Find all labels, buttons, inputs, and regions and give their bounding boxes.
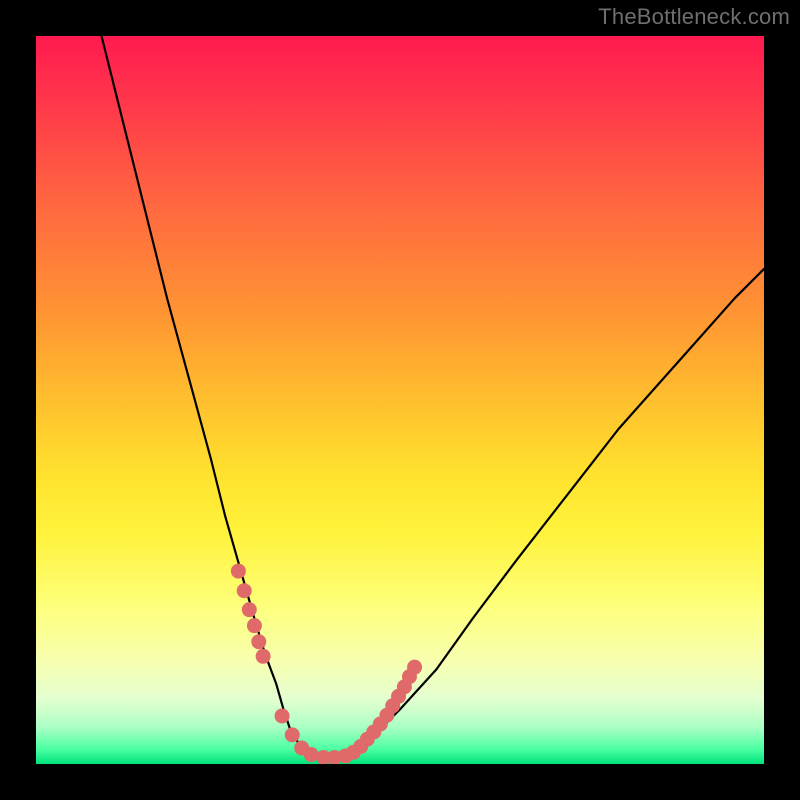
highlight-dot: [285, 727, 300, 742]
chart-frame: TheBottleneck.com: [0, 0, 800, 800]
highlight-dot: [275, 708, 290, 723]
watermark-label: TheBottleneck.com: [598, 4, 790, 30]
highlight-dots-group: [231, 564, 422, 764]
highlight-dot: [242, 602, 257, 617]
chart-overlay: [36, 36, 764, 764]
highlight-dot: [256, 649, 271, 664]
highlight-dot: [231, 564, 246, 579]
highlight-dot: [304, 747, 319, 762]
highlight-dot: [247, 618, 262, 633]
highlight-dot: [251, 634, 266, 649]
highlight-dot: [237, 583, 252, 598]
bottleneck-curve-line: [102, 36, 764, 757]
plot-area: [36, 36, 764, 764]
highlight-dot: [407, 660, 422, 675]
